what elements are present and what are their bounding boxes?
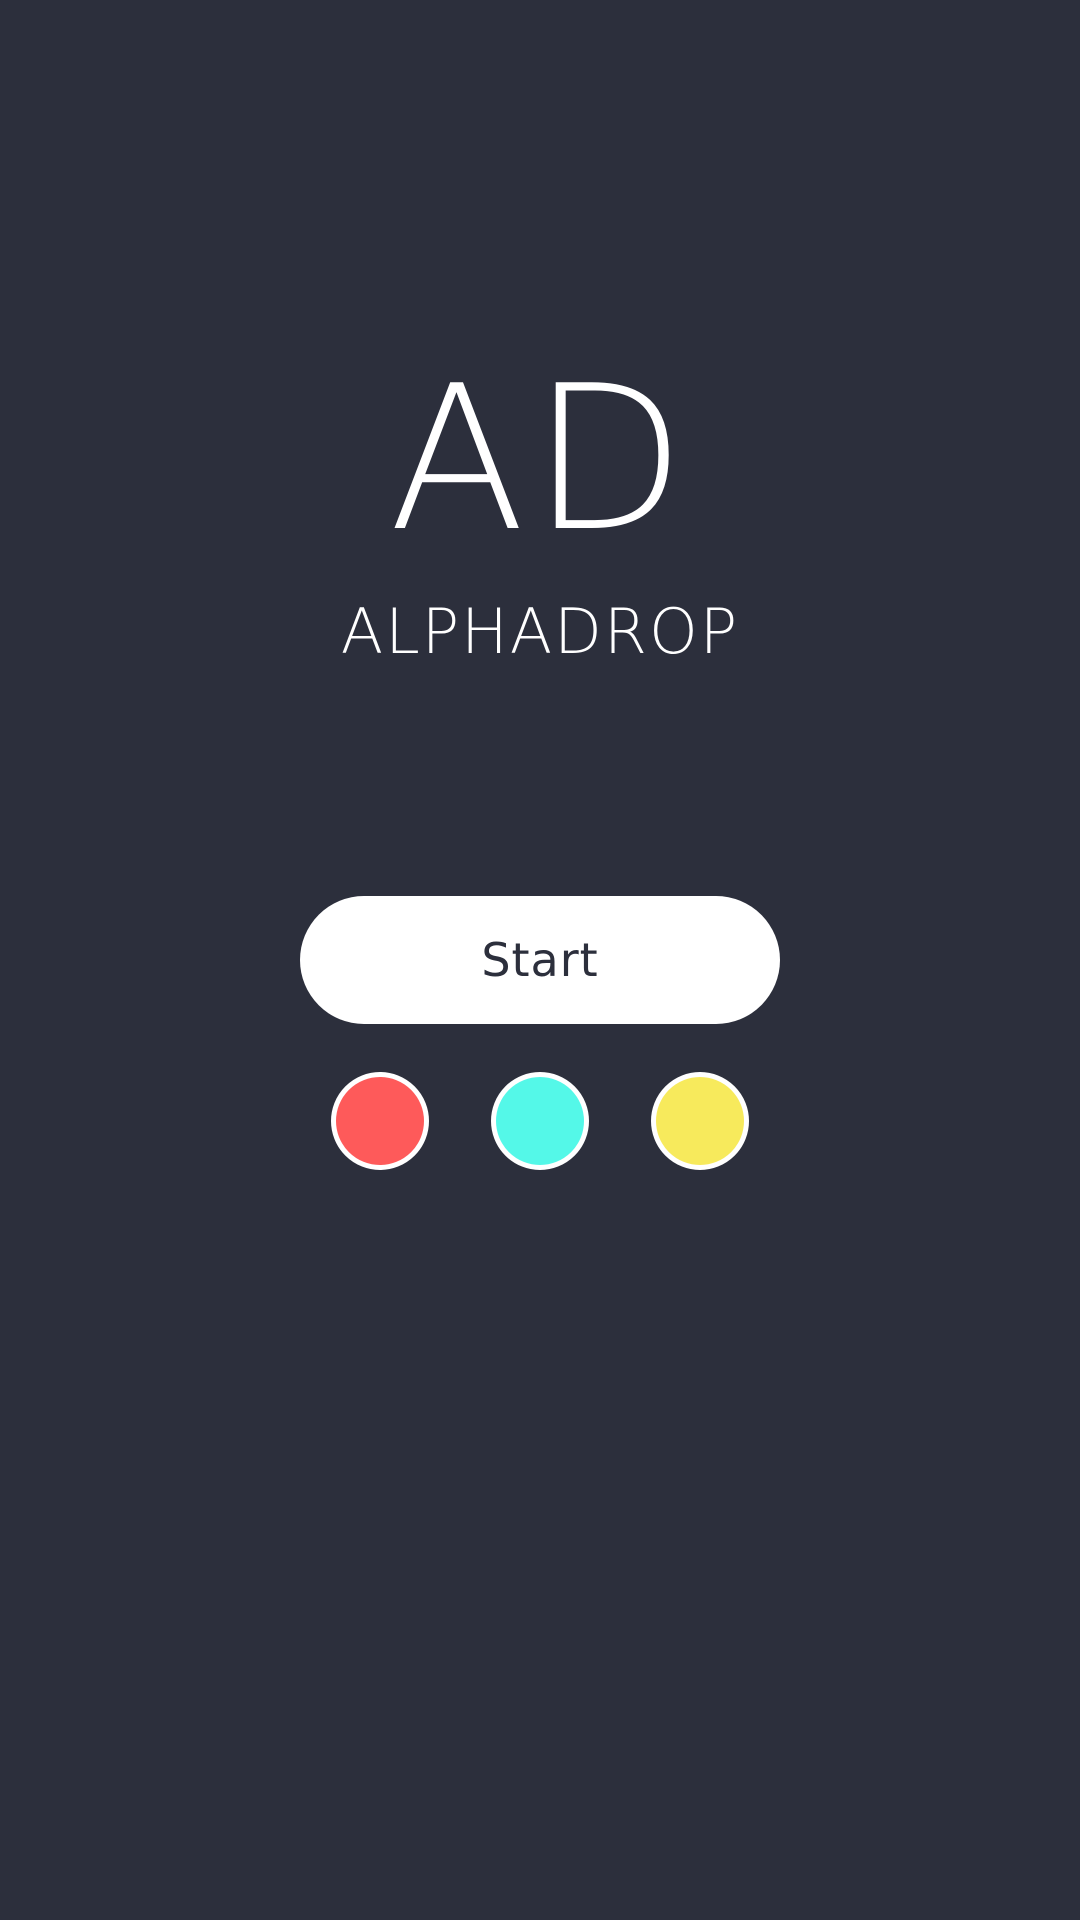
- start-button[interactable]: Start: [300, 896, 780, 1024]
- app-title: ALPHADROP: [340, 595, 740, 668]
- start-screen: AD ALPHADROP Start: [0, 0, 1080, 1920]
- color-option-cyan[interactable]: [491, 1072, 589, 1170]
- color-option-red[interactable]: [331, 1072, 429, 1170]
- logo-monogram: AD: [388, 343, 692, 576]
- color-option-yellow[interactable]: [651, 1072, 749, 1170]
